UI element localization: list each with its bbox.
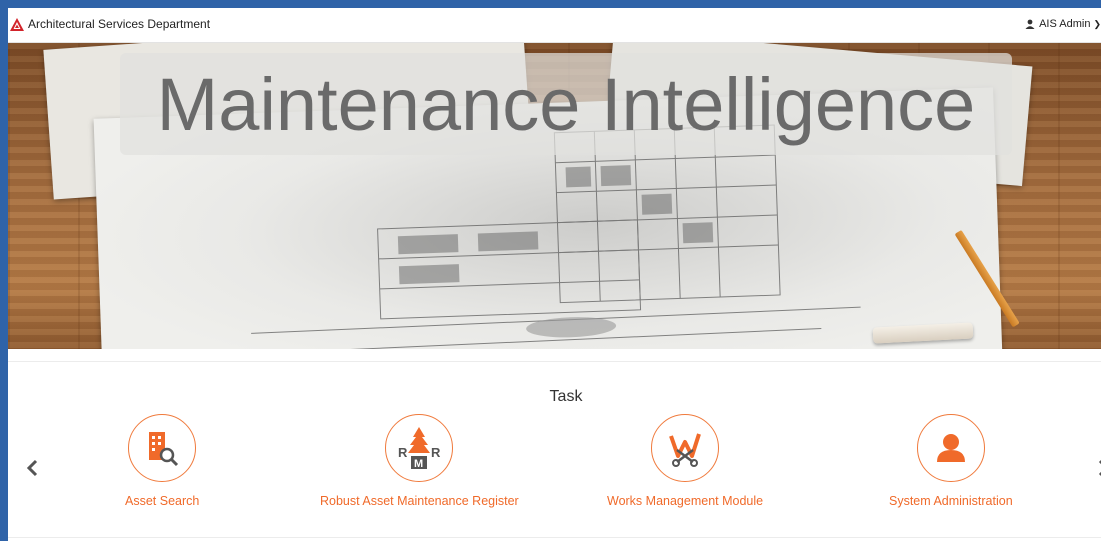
svg-text:R: R — [398, 445, 408, 460]
task-label[interactable]: System Administration — [889, 494, 1013, 508]
hero-banner: Maintenance Intelligence — [8, 43, 1101, 349]
works-tools-icon — [669, 433, 701, 467]
task-robust-asset-maintenance-register[interactable]: R R M Robust Asset Maintenance Register — [320, 414, 519, 508]
chevron-right-icon[interactable] — [1094, 456, 1101, 480]
hero-title-box: Maintenance Intelligence — [120, 53, 1012, 155]
svg-text:R: R — [431, 445, 441, 460]
task-heading: Task — [549, 388, 583, 405]
divider — [8, 361, 1101, 362]
user-name: AIS Admin — [1039, 18, 1091, 30]
hero-title: Maintenance Intelligence — [156, 62, 976, 146]
task-label[interactable]: Works Management Module — [607, 494, 763, 508]
task-system-administration[interactable]: System Administration — [889, 414, 1013, 508]
task-icon-circle[interactable]: R R M — [385, 414, 454, 482]
task-icon-circle[interactable] — [128, 414, 197, 482]
task-label[interactable]: Robust Asset Maintenance Register — [320, 494, 519, 508]
chevron-left-icon[interactable] — [22, 456, 42, 480]
user-icon — [1025, 19, 1035, 29]
task-works-management-module[interactable]: Works Management Module — [607, 414, 763, 508]
brand[interactable]: Architectural Services Department — [10, 17, 210, 31]
divider — [8, 537, 1101, 538]
app-window: Architectural Services Department AIS Ad… — [8, 8, 1101, 541]
ramr-logo-icon: R R M — [398, 427, 441, 470]
chevron-down-icon: ❯ — [1093, 18, 1101, 29]
task-icon-circle[interactable] — [651, 414, 720, 482]
user-menu[interactable]: AIS Admin ❯ — [1025, 18, 1101, 30]
building-search-icon — [149, 432, 179, 467]
task-asset-search[interactable]: Asset Search — [125, 414, 199, 508]
task-icon-circle[interactable] — [916, 414, 985, 482]
triangle-logo-icon — [10, 17, 24, 31]
svg-text:M: M — [414, 458, 423, 470]
admin-user-icon — [936, 434, 965, 462]
task-label[interactable]: Asset Search — [125, 494, 199, 508]
top-navbar: Architectural Services Department AIS Ad… — [8, 8, 1101, 43]
brand-name: Architectural Services Department — [28, 17, 211, 31]
